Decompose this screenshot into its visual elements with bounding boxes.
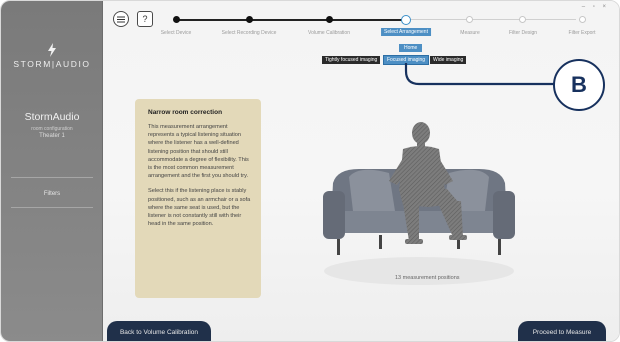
step-dot-select-recording-device[interactable]: [246, 16, 253, 23]
menu-icon: [117, 16, 125, 22]
step-dot-filter-export: [579, 16, 586, 23]
sidebar-divider: [11, 177, 93, 178]
window-controls[interactable]: – ▫ ×: [582, 4, 609, 10]
step-label-select-arrangement[interactable]: Select Arrangement: [381, 28, 431, 36]
info-card-paragraph: Select this if the listening place is st…: [148, 188, 251, 228]
step-dot-measure: [466, 16, 473, 23]
sidebar-divider: [11, 207, 93, 208]
stepper-remaining-line: [406, 19, 576, 20]
step-label-measure: Measure: [460, 30, 480, 36]
info-card-title: Narrow room correction: [148, 109, 223, 116]
theater-label[interactable]: Theater 1: [1, 133, 103, 139]
option-wide-imaging[interactable]: Wide imaging: [430, 56, 467, 64]
arrangement-mode-label: Home: [399, 44, 423, 52]
lightning-logo-icon: [48, 43, 56, 57]
session-subtitle: room configuration: [31, 126, 73, 132]
app-window: STORM|AUDIO StormAudio room configuratio…: [0, 0, 620, 342]
info-card: Narrow room correction This measurement …: [135, 99, 261, 298]
step-label-select-device[interactable]: Select Device: [161, 30, 192, 36]
step-label-filter-design: Filter Design: [508, 30, 538, 36]
step-dot-select-device[interactable]: [173, 16, 180, 23]
stepper-progress-line: [176, 19, 406, 21]
measurement-positions-label: 13 measurement positions: [395, 275, 460, 281]
option-tightly-focused-imaging[interactable]: Tightly focused imaging: [322, 56, 381, 64]
brand-name: STORM|AUDIO: [13, 59, 91, 69]
step-label-select-recording-device[interactable]: Select Recording Device: [222, 30, 277, 36]
back-to-volume-calibration-button[interactable]: Back to Volume Calibration: [107, 321, 211, 341]
sidebar-item-filters[interactable]: Filters: [1, 191, 103, 197]
help-button[interactable]: ?: [137, 11, 153, 27]
session-title: StormAudio: [24, 111, 80, 123]
step-label-volume-calibration[interactable]: Volume Calibration: [308, 30, 350, 36]
info-card-paragraph: This measurement arrangement represents …: [148, 124, 249, 180]
step-dot-select-arrangement[interactable]: [401, 14, 411, 25]
step-dot-filter-design: [519, 16, 526, 23]
proceed-to-measure-button[interactable]: Proceed to Measure: [518, 321, 606, 341]
callout-badge: B: [553, 59, 605, 111]
step-dot-volume-calibration[interactable]: [326, 16, 333, 23]
listening-scene-illustration: [323, 122, 515, 285]
step-label-filter-export: Filter Export: [568, 30, 596, 36]
sidebar: STORM|AUDIO StormAudio room configuratio…: [1, 1, 103, 341]
menu-button[interactable]: [113, 11, 129, 27]
option-focused-imaging[interactable]: Focused imaging: [382, 55, 430, 65]
